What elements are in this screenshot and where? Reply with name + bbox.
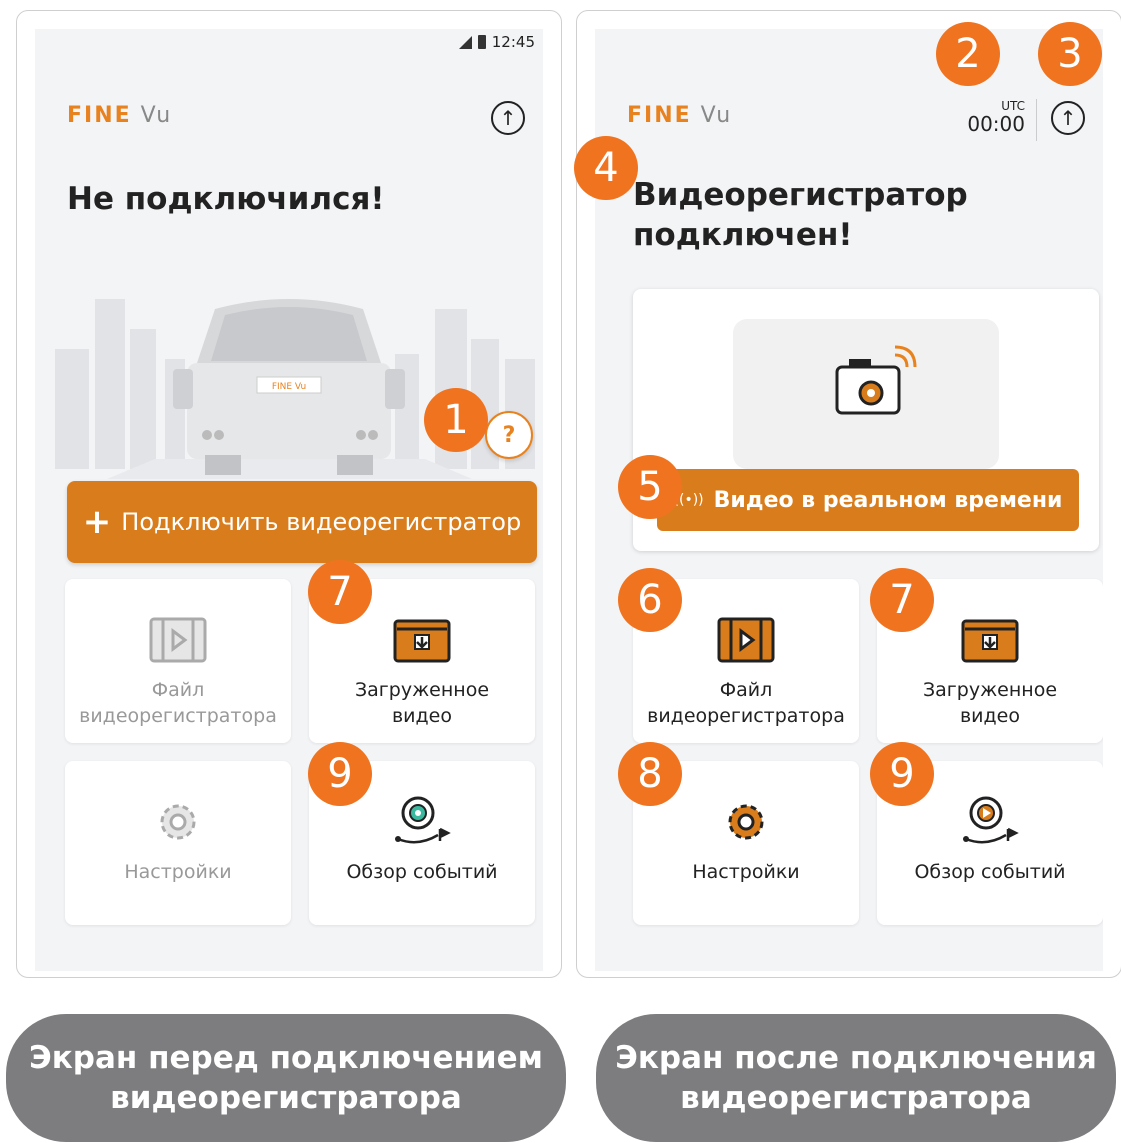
tile-settings[interactable]: Настройки — [65, 761, 291, 925]
firmware-upload-button[interactable]: ↑ — [1051, 101, 1085, 135]
callout-marker-6: 6 — [618, 568, 682, 632]
arrow-up-icon: ↑ — [499, 106, 517, 130]
callout-marker-9: 9 — [870, 742, 934, 806]
callout-marker-5: 5 — [618, 455, 682, 519]
utc-label: UTC — [1001, 99, 1025, 113]
utc-time: 00:00 — [967, 112, 1025, 136]
live-video-card: ((•)) Видео в реальном времени — [633, 289, 1099, 551]
tile-label: Обзор событий — [914, 861, 1066, 883]
arrow-up-icon: ↑ — [1059, 106, 1077, 130]
callout-marker-2: 2 — [936, 22, 1000, 86]
tile-label: Файл видеорегистратора — [647, 679, 845, 727]
license-plate-text: FINE Vu — [272, 382, 306, 392]
utc-clock: UTC 00:00 — [967, 99, 1025, 135]
page-title: Видеорегистратор подключен! — [633, 177, 968, 253]
connect-dashcam-button[interactable]: + Подключить видеорегистратор — [67, 481, 537, 563]
live-video-button[interactable]: ((•)) Видео в реальном времени — [657, 469, 1079, 531]
tile-label: Настройки — [124, 861, 232, 883]
battery-icon — [477, 35, 486, 49]
callout-marker-7: 7 — [308, 560, 372, 624]
before-connection-screen: 12:45 FINE Vu ↑ Не подключился! FINE Vu … — [35, 29, 543, 971]
divider — [1036, 99, 1037, 141]
connect-dashcam-label: Подключить видеорегистратор — [121, 508, 522, 536]
caption-before-connection: Экран перед подключением видеорегистрато… — [6, 1014, 566, 1142]
finevu-logo: FINE Vu — [67, 103, 173, 128]
page-title: Не подключился! — [67, 181, 385, 217]
callout-marker-8: 8 — [618, 742, 682, 806]
event-pin-icon — [960, 796, 1020, 847]
tile-label: Файл видеорегистратора — [79, 679, 277, 727]
live-video-label: Видео в реальном времени — [713, 487, 1063, 513]
callout-marker-7: 7 — [870, 568, 934, 632]
plus-icon: + — [82, 502, 112, 542]
callout-marker-4: 4 — [574, 136, 638, 200]
tile-label: Настройки — [692, 861, 800, 883]
folder-download-icon — [960, 615, 1020, 665]
help-button[interactable]: ? — [485, 411, 533, 459]
callout-marker-3: 3 — [1038, 22, 1102, 86]
finevu-logo: FINE Vu — [627, 103, 733, 128]
folder-download-icon — [392, 615, 452, 665]
event-pin-icon — [392, 796, 452, 847]
before-connection-phone: 12:45 FINE Vu ↑ Не подключился! FINE Vu … — [16, 10, 562, 978]
gear-icon — [148, 797, 208, 847]
film-icon — [716, 615, 776, 665]
film-icon — [148, 615, 208, 665]
firmware-upload-button[interactable]: ↑ — [491, 101, 525, 135]
caption-after-connection: Экран после подключения видеорегистратор… — [596, 1014, 1116, 1142]
tile-dashcam-files[interactable]: Файл видеорегистратора — [65, 579, 291, 743]
gear-icon — [716, 797, 776, 847]
callout-marker-1: 1 — [424, 388, 488, 452]
status-time: 12:45 — [491, 33, 535, 51]
callout-marker-9: 9 — [308, 742, 372, 806]
signal-icon — [458, 35, 472, 49]
tile-label: Загруженное видео — [354, 679, 490, 727]
status-bar: 12:45 — [458, 33, 535, 51]
tile-label: Обзор событий — [346, 861, 498, 883]
camera-illustration — [733, 319, 999, 469]
tile-label: Загруженное видео — [922, 679, 1058, 727]
